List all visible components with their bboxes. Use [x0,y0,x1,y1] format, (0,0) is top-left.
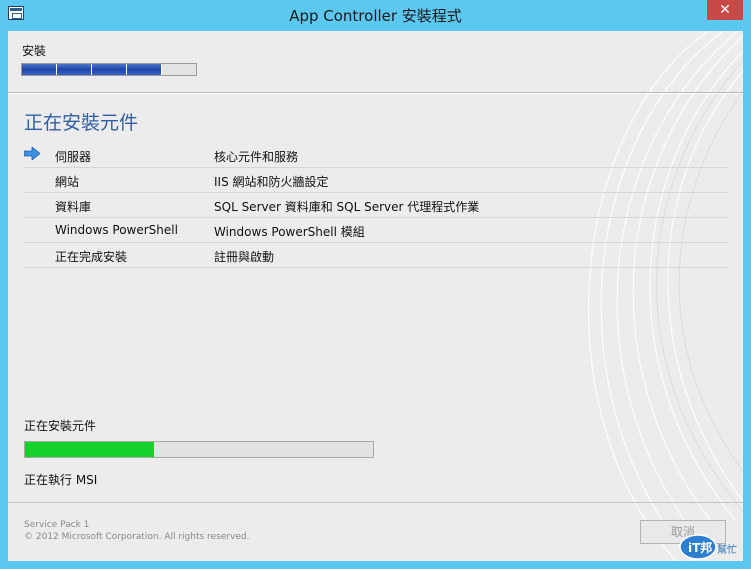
component-row: 伺服器 核心元件和服務 [24,143,728,168]
install-progress-bar [24,441,374,458]
progress-label: 正在安裝元件 [24,419,97,433]
stage-segment [127,64,162,75]
component-list: 伺服器 核心元件和服務 網站 IIS 網站和防火牆設定 資料庫 SQL Serv… [24,143,728,268]
close-button[interactable]: ✕ [707,0,743,20]
component-description: 註冊與啟動 [214,250,275,264]
page-title: 正在安裝元件 [24,112,139,134]
install-progress-fill [25,442,154,457]
stage-progress-bar [21,63,197,76]
component-name: 正在完成安裝 [55,250,128,264]
installer-client-area: 安裝 正在安裝元件 伺服器 核心元件和服務 網站 IIS 網站和防火牆設定 資料… [8,31,743,561]
right-arrow-icon [24,147,40,160]
component-row: Windows PowerShell Windows PowerShell 模組 [24,218,728,243]
stage-segment [162,64,196,75]
svg-text:幫忙: 幫忙 [717,543,737,556]
stage-label: 安裝 [22,44,47,58]
component-row: 網站 IIS 網站和防火牆設定 [24,168,728,193]
component-description: SQL Server 資料庫和 SQL Server 代理程式作業 [214,200,480,214]
component-name: Windows PowerShell [55,223,178,237]
svg-text:iT邦: iT邦 [688,540,712,555]
component-name: 伺服器 [55,150,92,164]
window-title: App Controller 安裝程式 [289,7,462,25]
component-row: 正在完成安裝 註冊與啟動 [24,243,728,268]
progress-detail: 正在執行 MSI [24,473,98,487]
stage-segment [92,64,127,75]
component-name: 資料庫 [55,200,92,214]
component-name: 網站 [55,175,80,189]
component-description: 核心元件和服務 [214,150,299,164]
stage-segment [22,64,57,75]
ithome-watermark-logo: iT邦 幫忙 [679,534,737,560]
service-pack-text: Service Pack 1 [24,520,90,530]
title-bar[interactable]: App Controller 安裝程式 ✕ [0,0,751,31]
component-description: Windows PowerShell 模組 [214,225,365,239]
component-row: 資料庫 SQL Server 資料庫和 SQL Server 代理程式作業 [24,193,728,218]
footer-divider [8,502,743,503]
component-description: IIS 網站和防火牆設定 [214,175,329,189]
installer-window: App Controller 安裝程式 ✕ 安裝 正在安裝元件 伺服器 核心元件… [0,0,751,569]
stage-segment [57,64,92,75]
copyright-text: © 2012 Microsoft Corporation. All rights… [24,532,250,542]
divider-highlight [8,93,743,94]
